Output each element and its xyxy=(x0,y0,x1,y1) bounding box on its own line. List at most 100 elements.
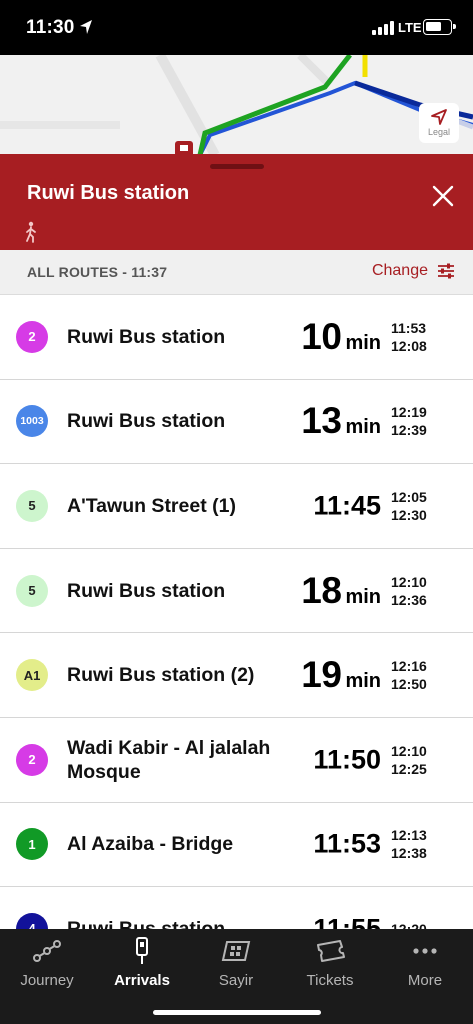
route-badge: 2 xyxy=(16,320,48,353)
legal-label: Legal xyxy=(427,127,451,137)
bus-stop-icon xyxy=(136,937,148,964)
route-badge: 5 xyxy=(16,574,48,607)
next-time: 12:39 xyxy=(391,422,427,439)
home-indicator[interactable] xyxy=(153,1010,321,1015)
destination: Al Azaiba - Bridge xyxy=(67,833,234,856)
arrival-row[interactable]: 2 Wadi Kabir - Al jalalah Mosque 11:50 1… xyxy=(0,718,473,803)
eta: 11:53 xyxy=(313,829,381,860)
status-bar: 11:30 LTE xyxy=(0,0,473,55)
sheet-grabber[interactable] xyxy=(210,164,264,169)
route-badge: 1003 xyxy=(16,405,48,438)
next-time: 12:50 xyxy=(391,676,427,693)
arrivals-list[interactable]: 2 Ruwi Bus station 10 min 11:53 12:08 1003… xyxy=(0,295,473,929)
next-times: 12:20 xyxy=(391,920,427,929)
next-times: 11:53 12:08 xyxy=(391,319,427,355)
eta: 18 min xyxy=(301,570,381,612)
route-badge: 4 xyxy=(16,912,48,929)
tab-bar: Journey Arrivals Sayir Tickets More xyxy=(0,929,473,1024)
destination: A'Tawun Street (1) xyxy=(67,494,236,517)
tab-sayir[interactable]: Sayir xyxy=(196,937,276,989)
eta: 10 min xyxy=(301,316,381,358)
eta-value: 18 xyxy=(301,569,342,611)
eta: 19 min xyxy=(301,654,381,696)
tab-label: Tickets xyxy=(306,972,354,989)
eta: 11:55 xyxy=(313,913,381,929)
tab-label: Arrivals xyxy=(114,972,170,989)
journey-route-icon xyxy=(33,940,61,962)
arrival-row[interactable]: 2 Ruwi Bus station 10 min 11:53 12:08 xyxy=(0,295,473,380)
navigation-arrow-icon xyxy=(431,109,447,125)
change-button[interactable]: Change xyxy=(372,262,455,280)
next-time: 12:25 xyxy=(391,760,427,777)
close-icon xyxy=(432,185,454,207)
eta-unit: min xyxy=(345,331,381,354)
tab-label: More xyxy=(407,972,443,989)
tab-label: Sayir xyxy=(218,972,254,989)
tab-arrivals[interactable]: Arrivals xyxy=(102,937,182,989)
destination: Ruwi Bus station xyxy=(67,917,226,929)
battery-icon xyxy=(423,19,456,35)
eta-unit: min xyxy=(345,416,381,439)
next-times: 12:05 12:30 xyxy=(391,488,427,524)
arrival-row[interactable]: 1 Al Azaiba - Bridge 11:53 12:13 12:38 xyxy=(0,803,473,888)
tab-label: Journey xyxy=(20,972,74,989)
eta-value: 11:45 xyxy=(313,490,381,521)
next-times: 12:13 12:38 xyxy=(391,826,427,862)
destination: Ruwi Bus station (2) xyxy=(67,664,255,687)
next-time: 12:19 xyxy=(391,404,427,421)
next-time: 12:05 xyxy=(391,488,427,505)
arrival-row[interactable]: 5 Ruwi Bus station 18 min 12:10 12:36 xyxy=(0,549,473,634)
close-button[interactable] xyxy=(425,178,461,214)
legal-button[interactable]: Legal xyxy=(419,103,459,143)
route-badge: 1 xyxy=(16,828,48,861)
route-badge: 2 xyxy=(16,743,48,776)
network-type: LTE xyxy=(398,20,422,35)
pedestrian-icon xyxy=(26,221,36,243)
route-badge: A1 xyxy=(16,659,48,692)
eta: 13 min xyxy=(301,400,381,442)
eta-value: 11:53 xyxy=(313,828,381,859)
eta-value: 11:55 xyxy=(313,913,381,929)
station-header: Ruwi Bus station xyxy=(0,154,473,250)
next-time: 12:36 xyxy=(391,591,427,608)
next-time: 12:10 xyxy=(391,573,427,590)
next-times: 12:19 12:39 xyxy=(391,403,427,439)
more-dots-icon xyxy=(413,948,437,954)
route-badge: 5 xyxy=(16,489,48,522)
arrival-row[interactable]: A1 Ruwi Bus station (2) 19 min 12:16 12:50 xyxy=(0,633,473,718)
filter-sliders-icon xyxy=(438,263,454,279)
next-times: 12:10 12:25 xyxy=(391,742,427,778)
arrival-row[interactable]: 4 Ruwi Bus station 11:55 12:20 xyxy=(0,887,473,929)
tab-journey[interactable]: Journey xyxy=(7,937,87,989)
status-time: 11:30 xyxy=(26,17,75,38)
next-times: 12:10 12:36 xyxy=(391,573,427,609)
eta-value: 19 xyxy=(301,654,342,696)
map-view[interactable]: Legal xyxy=(0,55,473,155)
location-arrow-icon xyxy=(80,20,92,34)
next-times: 12:16 12:50 xyxy=(391,657,427,693)
arrival-row[interactable]: 1003 Ruwi Bus station 13 min 12:19 12:39 xyxy=(0,380,473,465)
sayir-card-icon xyxy=(221,941,251,961)
eta-value: 13 xyxy=(301,400,342,442)
routes-filter-bar: ALL ROUTES - 11:37 Change xyxy=(0,250,473,295)
eta-unit: min xyxy=(345,585,381,608)
next-time: 12:08 xyxy=(391,337,427,354)
next-time: 12:10 xyxy=(391,742,427,759)
station-title: Ruwi Bus station xyxy=(27,182,190,204)
destination: Wadi Kabir - Al jalalah Mosque xyxy=(67,736,271,783)
next-time: 11:53 xyxy=(391,319,427,336)
next-time: 12:20 xyxy=(391,920,427,929)
eta: 11:45 xyxy=(313,490,381,521)
destination: Ruwi Bus station xyxy=(67,579,226,602)
arrival-row[interactable]: 5 A'Tawun Street (1) 11:45 12:05 12:30 xyxy=(0,464,473,549)
eta-unit: min xyxy=(345,670,381,693)
eta-value: 10 xyxy=(301,315,342,357)
next-time: 12:13 xyxy=(391,827,427,844)
map-roads xyxy=(0,55,473,155)
ticket-icon xyxy=(317,940,345,962)
destination: Ruwi Bus station xyxy=(67,410,226,433)
tab-more[interactable]: More xyxy=(385,937,465,989)
routes-label: ALL ROUTES - 11:37 xyxy=(27,264,168,280)
destination: Ruwi Bus station xyxy=(67,325,226,348)
tab-tickets[interactable]: Tickets xyxy=(290,937,370,989)
